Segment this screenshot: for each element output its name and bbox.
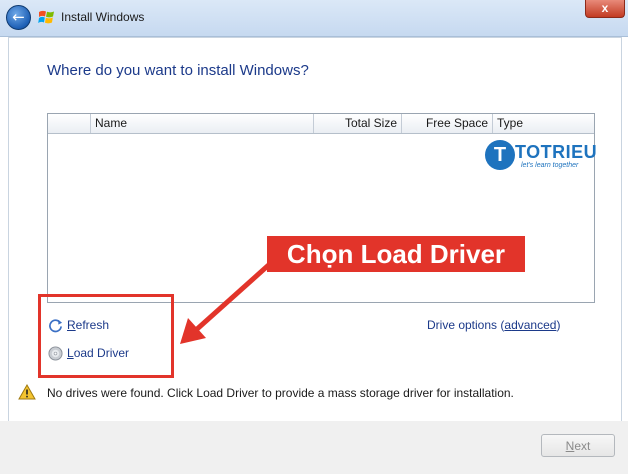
warning-text: No drives were found. Click Load Driver … — [47, 386, 514, 400]
refresh-accel: R — [67, 318, 76, 332]
drive-options-rest: dvanced — [511, 318, 557, 332]
close-button[interactable]: x — [585, 0, 625, 18]
annotation-highlight-box — [38, 294, 174, 378]
warning-icon — [18, 384, 36, 400]
column-header-name[interactable]: Name — [91, 114, 314, 133]
drive-options-suffix: ) — [556, 318, 561, 332]
drive-options-prefix: Drive options ( — [427, 318, 505, 332]
totrieu-watermark-logo: T TOTRIEU let's learn together — [485, 140, 598, 174]
page-title: Where do you want to install Windows? — [47, 62, 309, 79]
disc-icon — [48, 346, 63, 361]
totrieu-logo-icon: T — [485, 140, 515, 170]
totrieu-logo-tagline: let's learn together — [521, 162, 579, 169]
refresh-icon — [49, 319, 63, 333]
refresh-label: efresh — [75, 318, 110, 332]
back-button[interactable]: ← — [6, 5, 31, 30]
column-header-total-size[interactable]: Total Size — [314, 114, 402, 133]
window-title: Install Windows — [61, 10, 145, 24]
footer-bar — [0, 421, 628, 474]
totrieu-logo-name: TOTRIEU — [515, 142, 598, 162]
warning-message: No drives were found. Click Load Driver … — [18, 384, 618, 404]
drive-options-link[interactable]: Drive options (advanced) — [427, 318, 560, 332]
close-icon: x — [601, 1, 609, 15]
windows-logo-icon — [38, 10, 54, 24]
next-button[interactable]: Next — [541, 434, 615, 457]
annotation-callout: Chọn Load Driver — [267, 236, 525, 272]
column-header-type[interactable]: Type — [493, 114, 594, 133]
load-driver-accel: L — [67, 346, 74, 360]
back-arrow-icon: ← — [12, 8, 25, 26]
load-driver-label: oad Driver — [73, 346, 130, 360]
column-header-icon[interactable] — [48, 114, 91, 133]
next-label: ext — [574, 439, 591, 453]
column-header-free-space[interactable]: Free Space — [402, 114, 493, 133]
drive-list-header: Name Total Size Free Space Type — [48, 114, 594, 134]
